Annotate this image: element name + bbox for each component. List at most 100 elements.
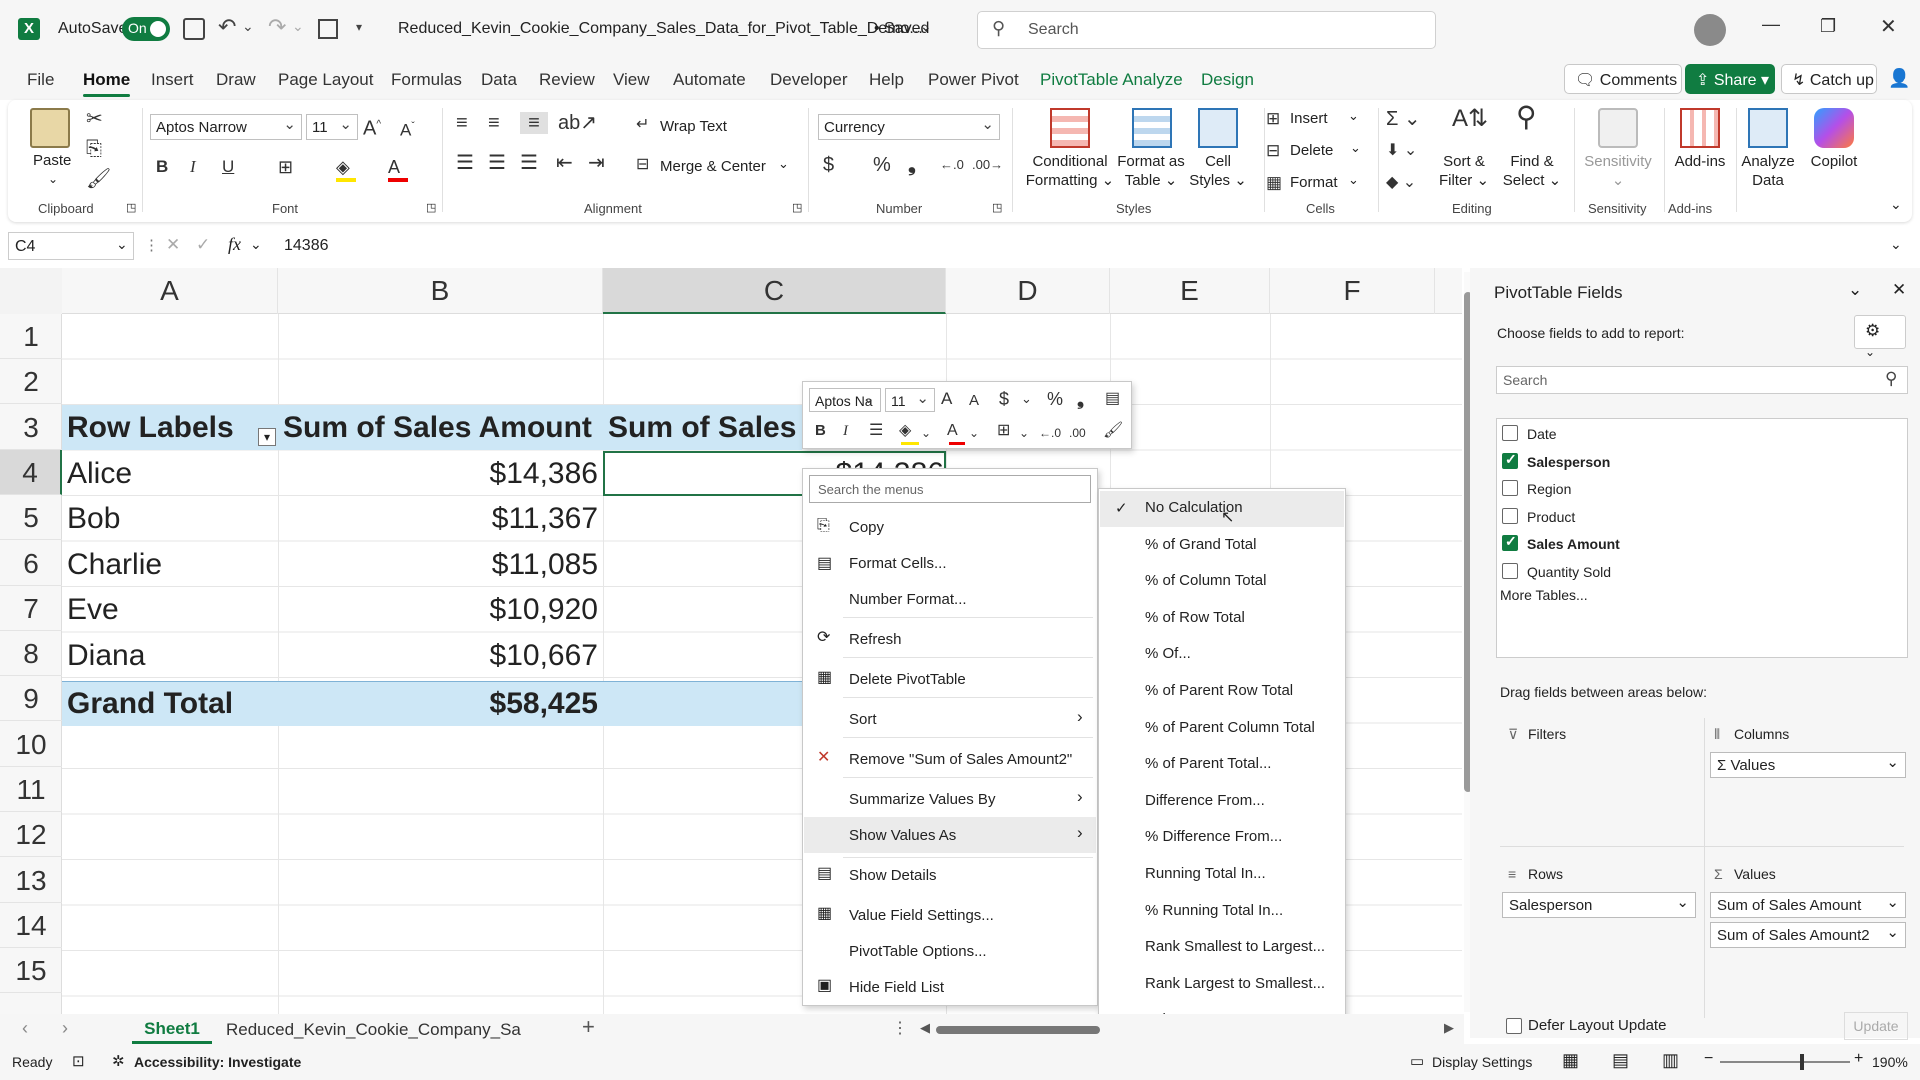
- tab-formulas[interactable]: Formulas: [391, 70, 462, 90]
- field-label[interactable]: Quantity Sold: [1527, 564, 1611, 580]
- submenu-item[interactable]: % Of...: [1145, 645, 1191, 662]
- document-title[interactable]: Reduced_Kevin_Cookie_Company_Sales_Data_…: [398, 20, 923, 38]
- merge-center-button[interactable]: Merge & Center: [660, 158, 766, 175]
- add-sheet-icon[interactable]: +: [582, 1014, 595, 1040]
- bold-button[interactable]: B: [156, 156, 168, 178]
- italic-button[interactable]: I: [190, 156, 196, 178]
- mini-font-color-dropdown-icon[interactable]: ⌄: [969, 422, 979, 444]
- mini-decrease-font-icon[interactable]: A: [969, 390, 979, 412]
- cell-styles-icon[interactable]: [1198, 108, 1238, 148]
- mini-fill-color-icon[interactable]: ◈: [899, 420, 911, 442]
- field-checkbox[interactable]: [1502, 425, 1518, 441]
- row-header-10[interactable]: 10: [0, 722, 62, 767]
- fill-icon[interactable]: ⬇ ⌄: [1386, 140, 1417, 162]
- delete-cells-icon[interactable]: ⊟: [1266, 140, 1280, 162]
- analyze-data-button[interactable]: Analyze Data: [1736, 152, 1800, 190]
- sensitivity-icon[interactable]: [1598, 108, 1638, 148]
- menu-copy[interactable]: Copy: [849, 519, 884, 536]
- enter-icon[interactable]: ✓: [196, 235, 210, 255]
- tab-page-layout[interactable]: Page Layout: [278, 70, 373, 90]
- sales-amount-cell[interactable]: $10,667: [400, 633, 598, 678]
- tab-automate[interactable]: Automate: [673, 70, 746, 90]
- tab-help[interactable]: Help: [869, 70, 904, 90]
- submenu-item[interactable]: % of Parent Row Total: [1145, 682, 1293, 699]
- mini-borders-icon[interactable]: ⊞: [997, 420, 1010, 442]
- row-header-6[interactable]: 6: [0, 541, 62, 586]
- salesperson-cell[interactable]: Charlie: [67, 542, 162, 587]
- font-color-icon[interactable]: A: [388, 156, 400, 178]
- pane-options-chevron-icon[interactable]: ⌄: [1848, 280, 1862, 300]
- more-tables-link[interactable]: More Tables...: [1500, 587, 1588, 603]
- tab-design[interactable]: Design: [1201, 70, 1254, 90]
- find-select-icon[interactable]: ⚲: [1516, 103, 1537, 131]
- decrease-font-icon[interactable]: Aˇ: [400, 116, 415, 142]
- percent-style-button[interactable]: %: [873, 154, 891, 176]
- row-labels-filter-icon[interactable]: ▾: [258, 428, 276, 446]
- menu-remove-field[interactable]: Remove "Sum of Sales Amount2": [849, 751, 1072, 768]
- grand-total-label[interactable]: Grand Total: [67, 681, 233, 726]
- formula-input[interactable]: 14386: [272, 232, 1888, 260]
- mini-percent-button[interactable]: %: [1047, 388, 1063, 410]
- person-icon[interactable]: 👤: [1888, 68, 1910, 89]
- page-layout-view-icon[interactable]: ▤: [1612, 1050, 1629, 1071]
- field-search-input[interactable]: Search ⚲: [1496, 366, 1908, 394]
- comments-button[interactable]: 🗨 Comments: [1564, 64, 1682, 94]
- insert-dropdown-icon[interactable]: ⌄: [1348, 108, 1359, 124]
- find-select-button[interactable]: Find & Select ⌄: [1496, 152, 1568, 190]
- customize-toolbar-icon[interactable]: ▾: [356, 20, 362, 34]
- mini-borders-dropdown-icon[interactable]: ⌄: [1019, 422, 1029, 444]
- decrease-indent-icon[interactable]: ⇤: [556, 152, 573, 174]
- font-name-dropdown[interactable]: Aptos Narrow: [150, 114, 302, 140]
- sensitivity-button[interactable]: Sensitivity ⌄: [1578, 152, 1658, 190]
- salesperson-cell[interactable]: Diana: [67, 633, 145, 678]
- mini-pivot-icon[interactable]: ▤: [1105, 388, 1120, 410]
- menu-show-details[interactable]: Show Details: [849, 867, 937, 884]
- save-icon[interactable]: [183, 18, 205, 40]
- zoom-out-icon[interactable]: −: [1704, 1050, 1713, 1068]
- merge-dropdown-icon[interactable]: ⌄: [778, 156, 789, 172]
- mini-decrease-decimal-icon[interactable]: .00: [1069, 422, 1086, 444]
- column-header-e[interactable]: E: [1110, 268, 1270, 314]
- align-left-icon[interactable]: ☰: [456, 152, 474, 174]
- wrap-text-button[interactable]: Wrap Text: [660, 118, 727, 135]
- mini-size-dropdown[interactable]: 11: [885, 388, 935, 412]
- zoom-slider[interactable]: [1720, 1061, 1850, 1063]
- clear-icon[interactable]: ◆ ⌄: [1386, 172, 1416, 194]
- row-header-1[interactable]: 1: [0, 314, 62, 359]
- row-labels-header[interactable]: Row Labels: [67, 405, 234, 450]
- mini-italic-button[interactable]: I: [843, 420, 848, 442]
- column-header-f[interactable]: F: [1270, 268, 1435, 314]
- tab-view[interactable]: View: [613, 70, 650, 90]
- minimize-icon[interactable]: —: [1762, 14, 1780, 35]
- ribbon-collapse-icon[interactable]: ⌄: [1890, 196, 1902, 213]
- menu-hide-field-list[interactable]: Hide Field List: [849, 979, 944, 996]
- tab-developer[interactable]: Developer: [770, 70, 848, 90]
- menu-pivottable-options[interactable]: PivotTable Options...: [849, 943, 987, 960]
- increase-indent-icon[interactable]: ⇥: [588, 152, 605, 174]
- tab-home[interactable]: Home: [83, 70, 131, 97]
- mini-bold-button[interactable]: B: [815, 420, 826, 442]
- delete-cells-button[interactable]: Delete: [1290, 142, 1333, 159]
- sales-amount-cell[interactable]: $14,386: [400, 451, 598, 496]
- wrap-text-icon[interactable]: ↵: [636, 114, 649, 136]
- copilot-icon[interactable]: [1814, 108, 1854, 148]
- analyze-data-icon[interactable]: [1748, 108, 1788, 148]
- sum-sales2-header[interactable]: Sum of Sales: [608, 405, 796, 450]
- font-launcher-icon[interactable]: ◳: [426, 201, 436, 214]
- tab-options-icon[interactable]: ⋮: [892, 1018, 908, 1038]
- undo-dropdown-icon[interactable]: ⌄: [242, 18, 254, 35]
- increase-font-icon[interactable]: A^: [363, 114, 381, 140]
- mini-increase-decimal-icon[interactable]: ←.0: [1039, 422, 1061, 444]
- sales-amount-cell[interactable]: $10,920: [400, 587, 598, 632]
- mini-format-painter-icon[interactable]: 🖌: [1103, 420, 1123, 442]
- sales-amount-cell[interactable]: $11,085: [400, 542, 598, 587]
- undo-icon[interactable]: ↶: [218, 14, 236, 40]
- row-header-7[interactable]: 7: [0, 586, 62, 631]
- column-header-b[interactable]: B: [278, 268, 603, 314]
- align-middle-icon[interactable]: ≡: [488, 112, 500, 134]
- insert-function-button[interactable]: fx: [228, 234, 241, 255]
- scroll-left-icon[interactable]: ◀: [920, 1020, 930, 1036]
- tab-review[interactable]: Review: [539, 70, 595, 90]
- format-as-table-icon[interactable]: [1132, 108, 1172, 148]
- mini-increase-font-icon[interactable]: A: [941, 388, 952, 410]
